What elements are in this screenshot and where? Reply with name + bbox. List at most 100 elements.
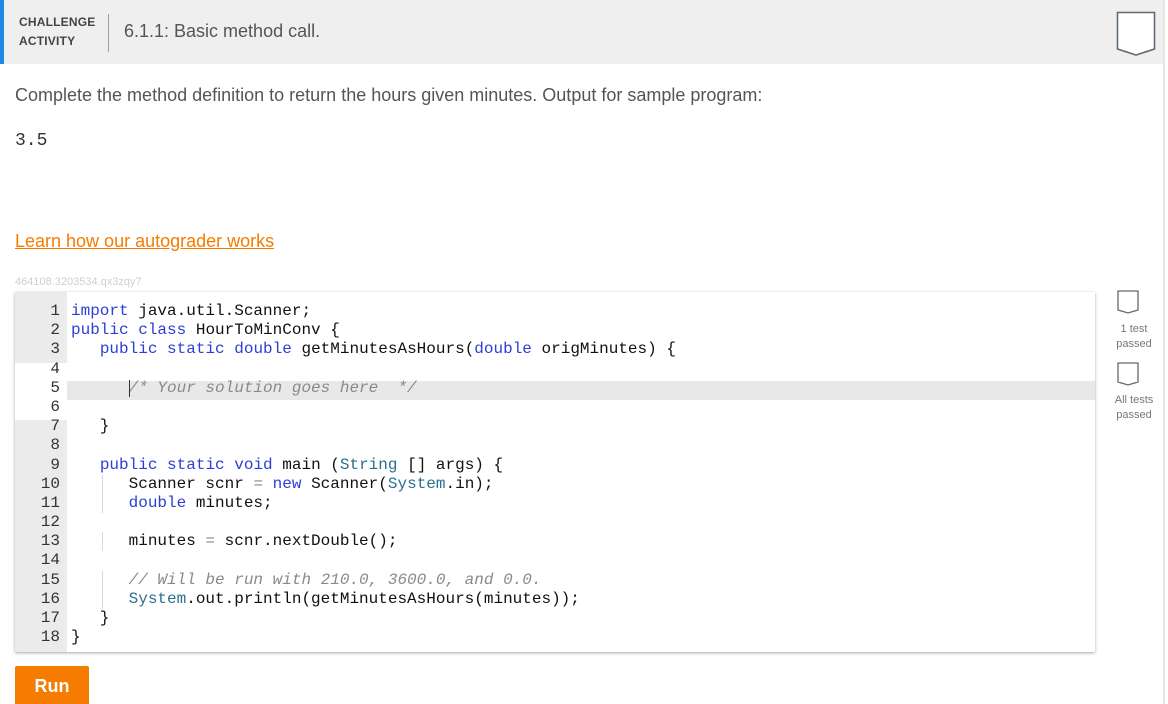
code-token: void [234, 455, 273, 474]
code-line[interactable]: 3 public static double getMinutesAsHours… [15, 340, 1095, 359]
code-token: main ( [272, 455, 340, 474]
code-line[interactable]: 5 /* Your solution goes here */ [15, 379, 1095, 398]
code-token: // Will be run with 210.0, 3600.0, and 0… [128, 570, 542, 589]
code-token: minutes; [186, 493, 273, 512]
code-text[interactable]: } [71, 609, 110, 628]
code-lines[interactable]: 1 import java.util.Scanner; 2 public class … [15, 302, 1095, 647]
code-token: = [253, 474, 264, 493]
code-text[interactable]: public class HourToMinConv { [71, 321, 340, 340]
code-line[interactable]: 4 [15, 360, 1095, 379]
code-line[interactable]: 17 } [15, 609, 1095, 628]
code-token: double [474, 340, 532, 359]
code-line[interactable]: 8 [15, 436, 1095, 455]
line-number: 1 [50, 302, 60, 320]
code-token: origMinutes) { [531, 340, 676, 359]
code-token: [] args) { [397, 455, 504, 474]
code-text[interactable]: } [71, 417, 110, 436]
line-number: 6 [50, 397, 60, 416]
sample-output: 3.5 [15, 131, 48, 151]
all-tests-label-line1: All tests [1114, 394, 1154, 406]
challenge-id: 464108.3203534.qx3zqy7 [15, 276, 142, 288]
code-text[interactable]: /* Your solution goes here */ [71, 379, 417, 398]
line-number: 18 [40, 628, 60, 647]
activity-type-line1: CHALLENGE [19, 15, 96, 29]
line-number: 8 [50, 436, 60, 455]
code-line[interactable]: 12 [15, 513, 1095, 532]
code-token: } [71, 609, 110, 627]
code-token: static [167, 455, 225, 474]
code-line[interactable]: 9 public static void main (String [] arg… [15, 456, 1095, 475]
code-token: scnr.nextDouble(); [215, 532, 398, 551]
one-test-label-line1: 1 test [1120, 323, 1148, 335]
line-number: 7 [50, 417, 60, 436]
code-text[interactable]: // Will be run with 210.0, 3600.0, and 0… [71, 570, 542, 590]
code-line[interactable]: 11 double minutes; [15, 493, 1095, 514]
code-token: public [99, 340, 158, 359]
code-text[interactable]: Scanner scnr = new Scanner(System.in); [71, 475, 494, 494]
completion-badge-icon [1116, 11, 1156, 62]
right-border [1163, 0, 1165, 704]
code-token: public [99, 455, 158, 474]
code-token: } [71, 417, 110, 436]
code-token: class [138, 321, 187, 340]
code-token: double [128, 493, 187, 512]
code-line[interactable]: 2 public class HourToMinConv { [15, 321, 1095, 340]
code-text[interactable]: import java.util.Scanner; [71, 302, 311, 321]
line-number: 11 [40, 493, 60, 512]
code-text[interactable]: System.out.println(getMinutesAsHours(min… [71, 590, 580, 609]
code-token: System [387, 474, 446, 493]
code-line[interactable]: 16 System.out.println(getMinutesAsHours(… [15, 589, 1095, 609]
one-test-status-label: 1 test passed [1106, 322, 1162, 352]
code-line[interactable]: 15 // Will be run with 210.0, 3600.0, an… [15, 570, 1095, 590]
all-tests-label-line2: passed [1116, 409, 1152, 421]
code-token: .in); [445, 474, 494, 493]
code-token: System [128, 589, 187, 608]
code-token: minutes [71, 532, 206, 551]
code-text[interactable]: double minutes; [71, 494, 273, 513]
all-tests-status-icon [1117, 362, 1139, 386]
code-line[interactable]: 14 [15, 551, 1095, 570]
line-number: 13 [40, 532, 60, 551]
code-token: import [71, 302, 129, 320]
activity-type-line2: ACTIVITY [19, 34, 76, 48]
activity-type-label: CHALLENGE ACTIVITY [19, 13, 103, 51]
line-number: 2 [50, 321, 60, 340]
line-number: 10 [40, 474, 60, 493]
code-token: } [71, 628, 81, 647]
line-number: 4 [50, 359, 60, 378]
code-line[interactable]: 10 Scanner scnr = new Scanner(System.in)… [15, 474, 1095, 494]
code-text[interactable]: minutes = scnr.nextDouble(); [71, 532, 398, 551]
code-token: static [167, 340, 225, 359]
run-button[interactable]: Run [15, 666, 89, 704]
text-cursor [128, 379, 130, 397]
code-token: new [272, 474, 302, 493]
line-number: 12 [40, 513, 60, 532]
line-number: 16 [40, 589, 60, 608]
code-text[interactable]: public static void main (String [] args)… [71, 456, 503, 475]
code-token: java.util.Scanner; [128, 302, 312, 320]
autograder-help-link[interactable]: Learn how our autograder works [15, 231, 274, 252]
code-line[interactable]: 7 } [15, 417, 1095, 436]
code-editor[interactable]: 1 import java.util.Scanner; 2 public class … [15, 292, 1095, 652]
code-token: String [339, 455, 398, 474]
code-text[interactable]: public static double getMinutesAsHours(d… [71, 340, 676, 359]
code-token: getMinutesAsHours( [291, 340, 475, 359]
code-line[interactable]: 1 import java.util.Scanner; [15, 302, 1095, 321]
activity-title: 6.1.1: Basic method call. [124, 21, 321, 41]
code-token: /* Your solution goes here */ [128, 378, 417, 397]
code-line[interactable]: 13 minutes = scnr.nextDouble(); [15, 532, 1095, 552]
code-token: .out.println(getMinutesAsHours(minutes))… [186, 589, 580, 608]
line-number: 17 [40, 609, 60, 627]
line-number: 14 [40, 551, 60, 570]
code-line[interactable]: 18} [15, 628, 1095, 647]
code-text[interactable]: } [71, 628, 81, 647]
code-token: HourToMinConv { [186, 321, 340, 340]
all-tests-status-label: All tests passed [1106, 393, 1162, 423]
code-line[interactable]: 6 [15, 398, 1095, 417]
